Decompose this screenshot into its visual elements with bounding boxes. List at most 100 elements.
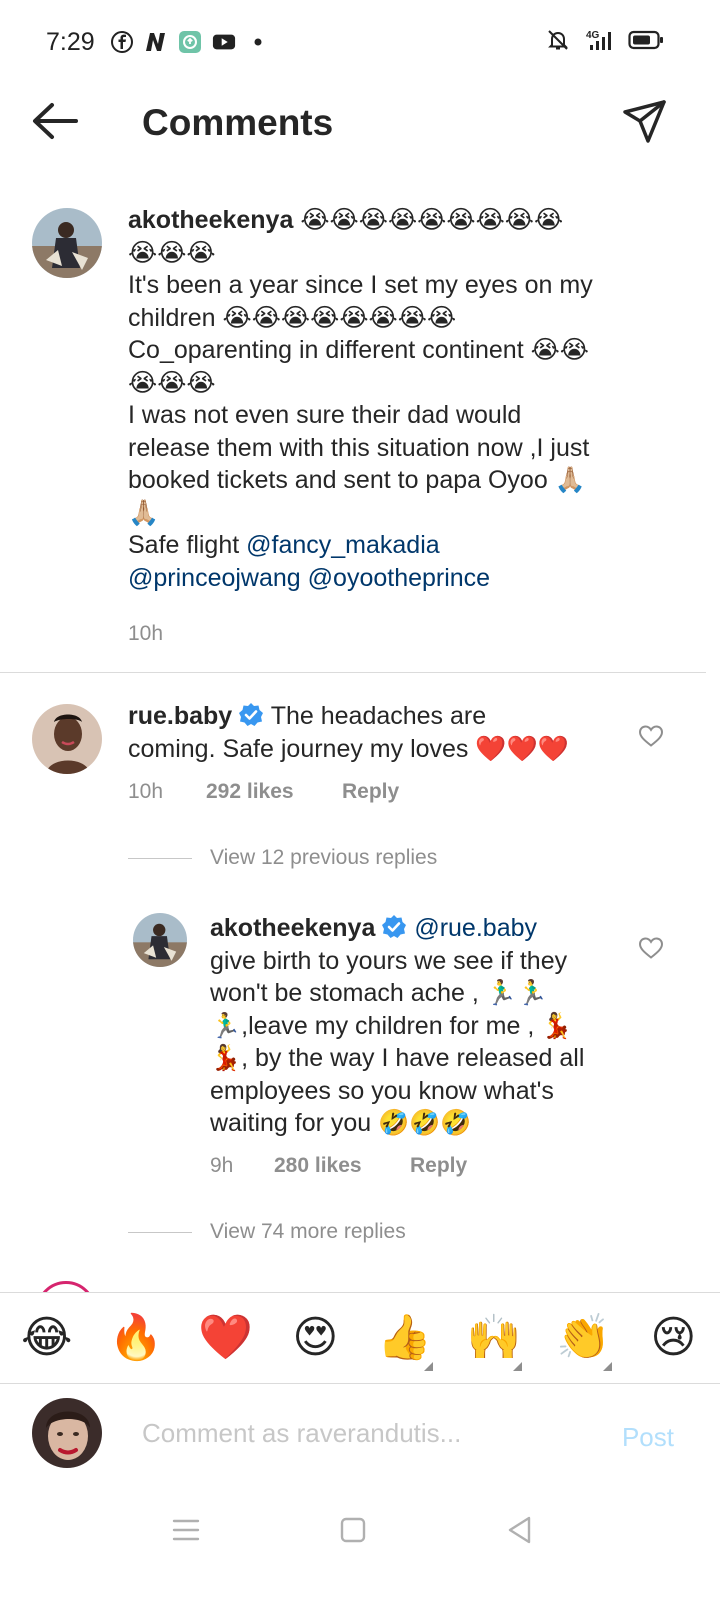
verified-badge-icon <box>381 914 407 940</box>
system-navigation-bar <box>0 1492 720 1600</box>
n-app-icon <box>144 30 168 54</box>
avatar-image <box>32 208 102 278</box>
mention-link[interactable]: @princeojwang <box>128 564 301 592</box>
page-title: Comments <box>142 102 334 143</box>
battery-icon <box>628 28 664 52</box>
reply-likes[interactable]: 280 likes <box>274 1154 410 1178</box>
menu-nav-button[interactable] <box>166 1510 206 1550</box>
verified-badge-icon <box>238 702 264 728</box>
emoji-clap-button[interactable]: 👏 <box>554 1312 614 1371</box>
caption-line: release them with this situation now ,I … <box>128 433 590 462</box>
signal-4g-icon: 4G <box>582 28 616 52</box>
comment-time: 10h <box>128 780 164 803</box>
comment-text: rue.baby The headaches are coming. Safe … <box>128 700 628 765</box>
caption-line: 😭😭😭😭😭😭😭😭😭 <box>300 206 564 234</box>
avatar-image <box>32 704 102 774</box>
emoji-thumbs-up-button[interactable]: 👍 <box>375 1312 435 1371</box>
post-button[interactable]: Post <box>622 1422 674 1453</box>
reply-line-divider <box>128 857 192 859</box>
like-button[interactable] <box>638 724 664 748</box>
caption-time: 10h <box>128 622 164 645</box>
caption-avatar[interactable] <box>32 208 102 278</box>
square-icon <box>340 1517 366 1543</box>
reply-line: give birth to yours we see if they <box>210 946 568 975</box>
teal-app-icon <box>178 30 202 54</box>
my-avatar <box>32 1398 102 1468</box>
caption-text: akotheekenya 😭😭😭😭😭😭😭😭😭 😭😭😭 It's been a y… <box>128 204 658 594</box>
reply-line-divider <box>128 1231 192 1233</box>
caption-line: 🙏🏼 <box>128 498 160 527</box>
view-previous-label: View 12 previous replies <box>210 846 438 869</box>
mention-link[interactable]: @rue.baby <box>414 914 537 942</box>
caption-line: It's been a year since I set my eyes on … <box>128 271 593 299</box>
reply-time: 9h <box>210 1154 234 1177</box>
caption-line: children 😭😭😭😭😭😭😭😭 <box>128 303 457 332</box>
skin-tone-indicator-icon <box>602 1362 612 1371</box>
reply-username[interactable]: akotheekenya <box>210 914 375 942</box>
network-label: 4G <box>586 30 600 41</box>
comment-input[interactable]: Comment as raverandutis... <box>142 1418 461 1449</box>
skin-tone-indicator-icon <box>423 1362 433 1371</box>
emoji-raised-hands-button[interactable]: 🙌 <box>464 1312 524 1371</box>
view-more-label: View 74 more replies <box>210 1220 406 1243</box>
triangle-back-icon <box>508 1516 531 1544</box>
emoji-cry-button[interactable]: 😢 <box>643 1313 703 1363</box>
youtube-icon <box>212 30 236 54</box>
back-nav-button[interactable] <box>500 1510 540 1550</box>
reply-line: waiting for you 🤣🤣🤣 <box>210 1109 472 1137</box>
back-button[interactable] <box>30 100 80 142</box>
caption-line: Co_oparenting in different continent 😭😭 <box>128 336 590 364</box>
reply-line: won't be stomach ache , 🏃‍♂️🏃‍♂️ <box>210 979 549 1007</box>
reply-line: 💃, by the way I have released all <box>210 1044 585 1072</box>
emoji-quick-bar: 😂 🔥 ❤️ 😍 👍 🙌 👏 😢 <box>0 1292 720 1384</box>
avatar-image <box>32 1398 102 1468</box>
comment-likes[interactable]: 292 likes <box>206 780 342 804</box>
emoji-joy-button[interactable]: 😂 <box>17 1313 77 1363</box>
comment-meta: 10h 292 likes Reply <box>128 780 399 804</box>
reply-avatar[interactable] <box>133 913 187 967</box>
emoji-glyph: 👏 <box>556 1312 612 1363</box>
caption-line: booked tickets and sent to papa Oyoo 🙏🏼 <box>128 466 586 494</box>
heart-icon <box>638 725 664 747</box>
share-button[interactable] <box>622 98 668 144</box>
caption-divider <box>0 672 706 673</box>
reply-button[interactable]: Reply <box>410 1154 467 1178</box>
comment-line: coming. Safe journey my loves ❤️❤️❤️ <box>128 734 569 763</box>
avatar-image <box>133 913 187 967</box>
view-previous-replies[interactable]: View 12 previous replies <box>128 846 437 870</box>
facebook-icon <box>110 30 134 54</box>
emoji-heart-button[interactable]: ❤️ <box>196 1313 256 1363</box>
comment-username[interactable]: rue.baby <box>128 702 232 730</box>
menu-icon <box>172 1519 200 1541</box>
emoji-glyph: 🙌 <box>466 1312 522 1363</box>
mention-link[interactable]: @oyootheprince <box>308 564 490 592</box>
reply-button[interactable]: Reply <box>342 780 399 804</box>
emoji-heart-eyes-button[interactable]: 😍 <box>285 1313 345 1363</box>
emoji-glyph: 👍 <box>377 1312 433 1363</box>
arrow-left-icon <box>33 103 78 139</box>
reply-line: employees so you know what's <box>210 1076 554 1105</box>
home-nav-button[interactable] <box>333 1510 373 1550</box>
mention-link[interactable]: @fancy_makadia <box>246 531 440 559</box>
skin-tone-indicator-icon <box>513 1362 523 1371</box>
reply-text: akotheekenya @rue.baby give birth to you… <box>210 912 630 1140</box>
caption-line: 😭😭😭 <box>128 238 216 267</box>
paper-plane-icon <box>623 100 666 143</box>
caption-safe-flight: Safe flight <box>128 531 240 559</box>
heart-icon <box>638 937 664 959</box>
header: Comments <box>0 86 720 160</box>
system-status-icons: 4G <box>546 28 664 52</box>
view-more-replies[interactable]: View 74 more replies <box>128 1220 406 1244</box>
comment-compose-bar: Comment as raverandutis... Post <box>0 1384 720 1492</box>
caption-line: 😭😭😭 <box>128 368 216 397</box>
comment-avatar[interactable] <box>32 704 102 774</box>
caption-username[interactable]: akotheekenya <box>128 206 293 234</box>
like-button[interactable] <box>638 936 664 960</box>
caption-meta: 10h <box>128 622 163 646</box>
reply-line: 🏃‍♂️,leave my children for me , 💃 <box>210 1011 573 1040</box>
emoji-fire-button[interactable]: 🔥 <box>106 1313 166 1363</box>
silent-bell-icon <box>546 28 570 52</box>
status-time: 7:29 <box>46 28 95 56</box>
notification-icons <box>110 30 270 54</box>
status-bar: 7:29 4G <box>0 0 720 86</box>
